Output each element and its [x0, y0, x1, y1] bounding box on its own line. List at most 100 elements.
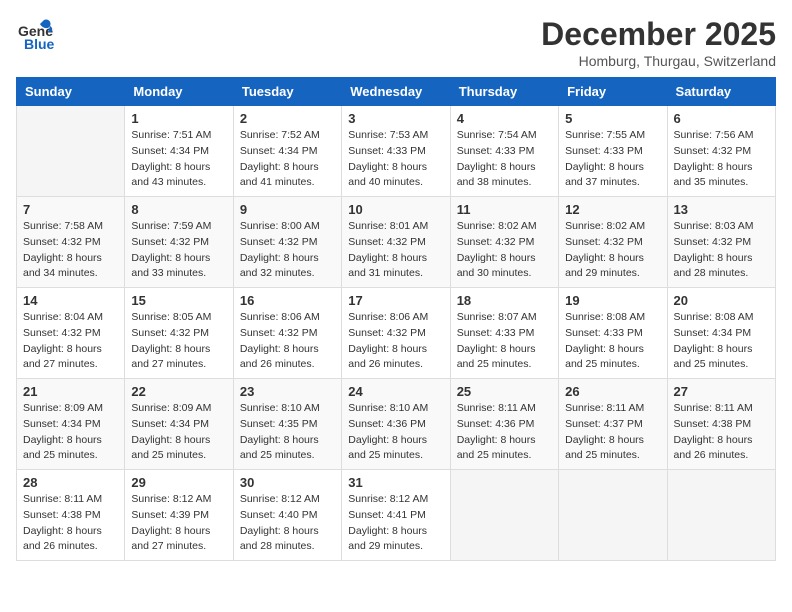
calendar-cell: 19 Sunrise: 8:08 AMSunset: 4:33 PMDaylig… [559, 288, 667, 379]
calendar-cell: 23 Sunrise: 8:10 AMSunset: 4:35 PMDaylig… [233, 379, 341, 470]
calendar-week-3: 14 Sunrise: 8:04 AMSunset: 4:32 PMDaylig… [17, 288, 776, 379]
day-info: Sunrise: 7:51 AMSunset: 4:34 PMDaylight:… [131, 128, 226, 191]
calendar-cell: 18 Sunrise: 8:07 AMSunset: 4:33 PMDaylig… [450, 288, 558, 379]
calendar-cell: 15 Sunrise: 8:05 AMSunset: 4:32 PMDaylig… [125, 288, 233, 379]
calendar-cell: 6 Sunrise: 7:56 AMSunset: 4:32 PMDayligh… [667, 106, 775, 197]
day-number: 23 [240, 384, 335, 399]
calendar-cell: 29 Sunrise: 8:12 AMSunset: 4:39 PMDaylig… [125, 470, 233, 561]
day-info: Sunrise: 7:56 AMSunset: 4:32 PMDaylight:… [674, 128, 769, 191]
calendar-cell: 21 Sunrise: 8:09 AMSunset: 4:34 PMDaylig… [17, 379, 125, 470]
day-info: Sunrise: 8:02 AMSunset: 4:32 PMDaylight:… [457, 219, 552, 282]
day-number: 21 [23, 384, 118, 399]
calendar-cell: 28 Sunrise: 8:11 AMSunset: 4:38 PMDaylig… [17, 470, 125, 561]
calendar-cell: 30 Sunrise: 8:12 AMSunset: 4:40 PMDaylig… [233, 470, 341, 561]
day-number: 1 [131, 111, 226, 126]
calendar-cell: 27 Sunrise: 8:11 AMSunset: 4:38 PMDaylig… [667, 379, 775, 470]
calendar-header-row: SundayMondayTuesdayWednesdayThursdayFrid… [17, 78, 776, 106]
weekday-header-wednesday: Wednesday [342, 78, 450, 106]
calendar-cell: 9 Sunrise: 8:00 AMSunset: 4:32 PMDayligh… [233, 197, 341, 288]
logo: General Blue [16, 16, 54, 54]
day-number: 13 [674, 202, 769, 217]
calendar-week-1: 1 Sunrise: 7:51 AMSunset: 4:34 PMDayligh… [17, 106, 776, 197]
calendar-cell: 22 Sunrise: 8:09 AMSunset: 4:34 PMDaylig… [125, 379, 233, 470]
day-number: 4 [457, 111, 552, 126]
day-info: Sunrise: 8:11 AMSunset: 4:38 PMDaylight:… [674, 401, 769, 464]
day-info: Sunrise: 8:12 AMSunset: 4:39 PMDaylight:… [131, 492, 226, 555]
calendar-cell: 11 Sunrise: 8:02 AMSunset: 4:32 PMDaylig… [450, 197, 558, 288]
calendar-cell: 20 Sunrise: 8:08 AMSunset: 4:34 PMDaylig… [667, 288, 775, 379]
day-info: Sunrise: 8:12 AMSunset: 4:41 PMDaylight:… [348, 492, 443, 555]
day-info: Sunrise: 8:03 AMSunset: 4:32 PMDaylight:… [674, 219, 769, 282]
month-title: December 2025 [541, 16, 776, 53]
calendar-cell: 12 Sunrise: 8:02 AMSunset: 4:32 PMDaylig… [559, 197, 667, 288]
day-number: 18 [457, 293, 552, 308]
calendar-body: 1 Sunrise: 7:51 AMSunset: 4:34 PMDayligh… [17, 106, 776, 561]
day-number: 15 [131, 293, 226, 308]
calendar-cell: 31 Sunrise: 8:12 AMSunset: 4:41 PMDaylig… [342, 470, 450, 561]
day-info: Sunrise: 8:11 AMSunset: 4:37 PMDaylight:… [565, 401, 660, 464]
day-number: 9 [240, 202, 335, 217]
calendar-cell: 25 Sunrise: 8:11 AMSunset: 4:36 PMDaylig… [450, 379, 558, 470]
calendar-cell: 3 Sunrise: 7:53 AMSunset: 4:33 PMDayligh… [342, 106, 450, 197]
calendar-week-4: 21 Sunrise: 8:09 AMSunset: 4:34 PMDaylig… [17, 379, 776, 470]
day-number: 30 [240, 475, 335, 490]
day-number: 6 [674, 111, 769, 126]
calendar-cell [667, 470, 775, 561]
calendar-cell: 17 Sunrise: 8:06 AMSunset: 4:32 PMDaylig… [342, 288, 450, 379]
weekday-header-tuesday: Tuesday [233, 78, 341, 106]
calendar-cell: 10 Sunrise: 8:01 AMSunset: 4:32 PMDaylig… [342, 197, 450, 288]
calendar-cell: 4 Sunrise: 7:54 AMSunset: 4:33 PMDayligh… [450, 106, 558, 197]
logo-icon: General Blue [16, 16, 54, 54]
calendar-cell: 5 Sunrise: 7:55 AMSunset: 4:33 PMDayligh… [559, 106, 667, 197]
calendar-table: SundayMondayTuesdayWednesdayThursdayFrid… [16, 77, 776, 561]
day-info: Sunrise: 8:00 AMSunset: 4:32 PMDaylight:… [240, 219, 335, 282]
weekday-header-sunday: Sunday [17, 78, 125, 106]
day-number: 19 [565, 293, 660, 308]
day-number: 28 [23, 475, 118, 490]
calendar-cell: 24 Sunrise: 8:10 AMSunset: 4:36 PMDaylig… [342, 379, 450, 470]
weekday-header-friday: Friday [559, 78, 667, 106]
day-number: 22 [131, 384, 226, 399]
day-info: Sunrise: 8:07 AMSunset: 4:33 PMDaylight:… [457, 310, 552, 373]
title-block: December 2025 Homburg, Thurgau, Switzerl… [541, 16, 776, 69]
day-info: Sunrise: 8:10 AMSunset: 4:35 PMDaylight:… [240, 401, 335, 464]
day-number: 11 [457, 202, 552, 217]
day-number: 20 [674, 293, 769, 308]
weekday-header-saturday: Saturday [667, 78, 775, 106]
day-info: Sunrise: 8:04 AMSunset: 4:32 PMDaylight:… [23, 310, 118, 373]
day-info: Sunrise: 7:52 AMSunset: 4:34 PMDaylight:… [240, 128, 335, 191]
day-info: Sunrise: 7:53 AMSunset: 4:33 PMDaylight:… [348, 128, 443, 191]
day-info: Sunrise: 8:06 AMSunset: 4:32 PMDaylight:… [348, 310, 443, 373]
day-info: Sunrise: 8:06 AMSunset: 4:32 PMDaylight:… [240, 310, 335, 373]
day-info: Sunrise: 8:05 AMSunset: 4:32 PMDaylight:… [131, 310, 226, 373]
day-number: 7 [23, 202, 118, 217]
calendar-week-2: 7 Sunrise: 7:58 AMSunset: 4:32 PMDayligh… [17, 197, 776, 288]
calendar-week-5: 28 Sunrise: 8:11 AMSunset: 4:38 PMDaylig… [17, 470, 776, 561]
day-info: Sunrise: 8:01 AMSunset: 4:32 PMDaylight:… [348, 219, 443, 282]
day-number: 24 [348, 384, 443, 399]
day-info: Sunrise: 8:09 AMSunset: 4:34 PMDaylight:… [23, 401, 118, 464]
day-info: Sunrise: 7:59 AMSunset: 4:32 PMDaylight:… [131, 219, 226, 282]
day-number: 3 [348, 111, 443, 126]
calendar-cell: 2 Sunrise: 7:52 AMSunset: 4:34 PMDayligh… [233, 106, 341, 197]
page-header: General Blue December 2025 Homburg, Thur… [16, 16, 776, 69]
day-info: Sunrise: 7:54 AMSunset: 4:33 PMDaylight:… [457, 128, 552, 191]
day-number: 8 [131, 202, 226, 217]
day-info: Sunrise: 8:10 AMSunset: 4:36 PMDaylight:… [348, 401, 443, 464]
day-number: 12 [565, 202, 660, 217]
day-number: 29 [131, 475, 226, 490]
day-info: Sunrise: 8:11 AMSunset: 4:36 PMDaylight:… [457, 401, 552, 464]
day-number: 5 [565, 111, 660, 126]
day-info: Sunrise: 8:11 AMSunset: 4:38 PMDaylight:… [23, 492, 118, 555]
calendar-cell: 1 Sunrise: 7:51 AMSunset: 4:34 PMDayligh… [125, 106, 233, 197]
calendar-cell [17, 106, 125, 197]
day-info: Sunrise: 8:08 AMSunset: 4:33 PMDaylight:… [565, 310, 660, 373]
day-number: 10 [348, 202, 443, 217]
day-info: Sunrise: 8:02 AMSunset: 4:32 PMDaylight:… [565, 219, 660, 282]
day-number: 14 [23, 293, 118, 308]
calendar-cell: 26 Sunrise: 8:11 AMSunset: 4:37 PMDaylig… [559, 379, 667, 470]
day-number: 17 [348, 293, 443, 308]
day-number: 2 [240, 111, 335, 126]
day-number: 27 [674, 384, 769, 399]
calendar-cell: 16 Sunrise: 8:06 AMSunset: 4:32 PMDaylig… [233, 288, 341, 379]
